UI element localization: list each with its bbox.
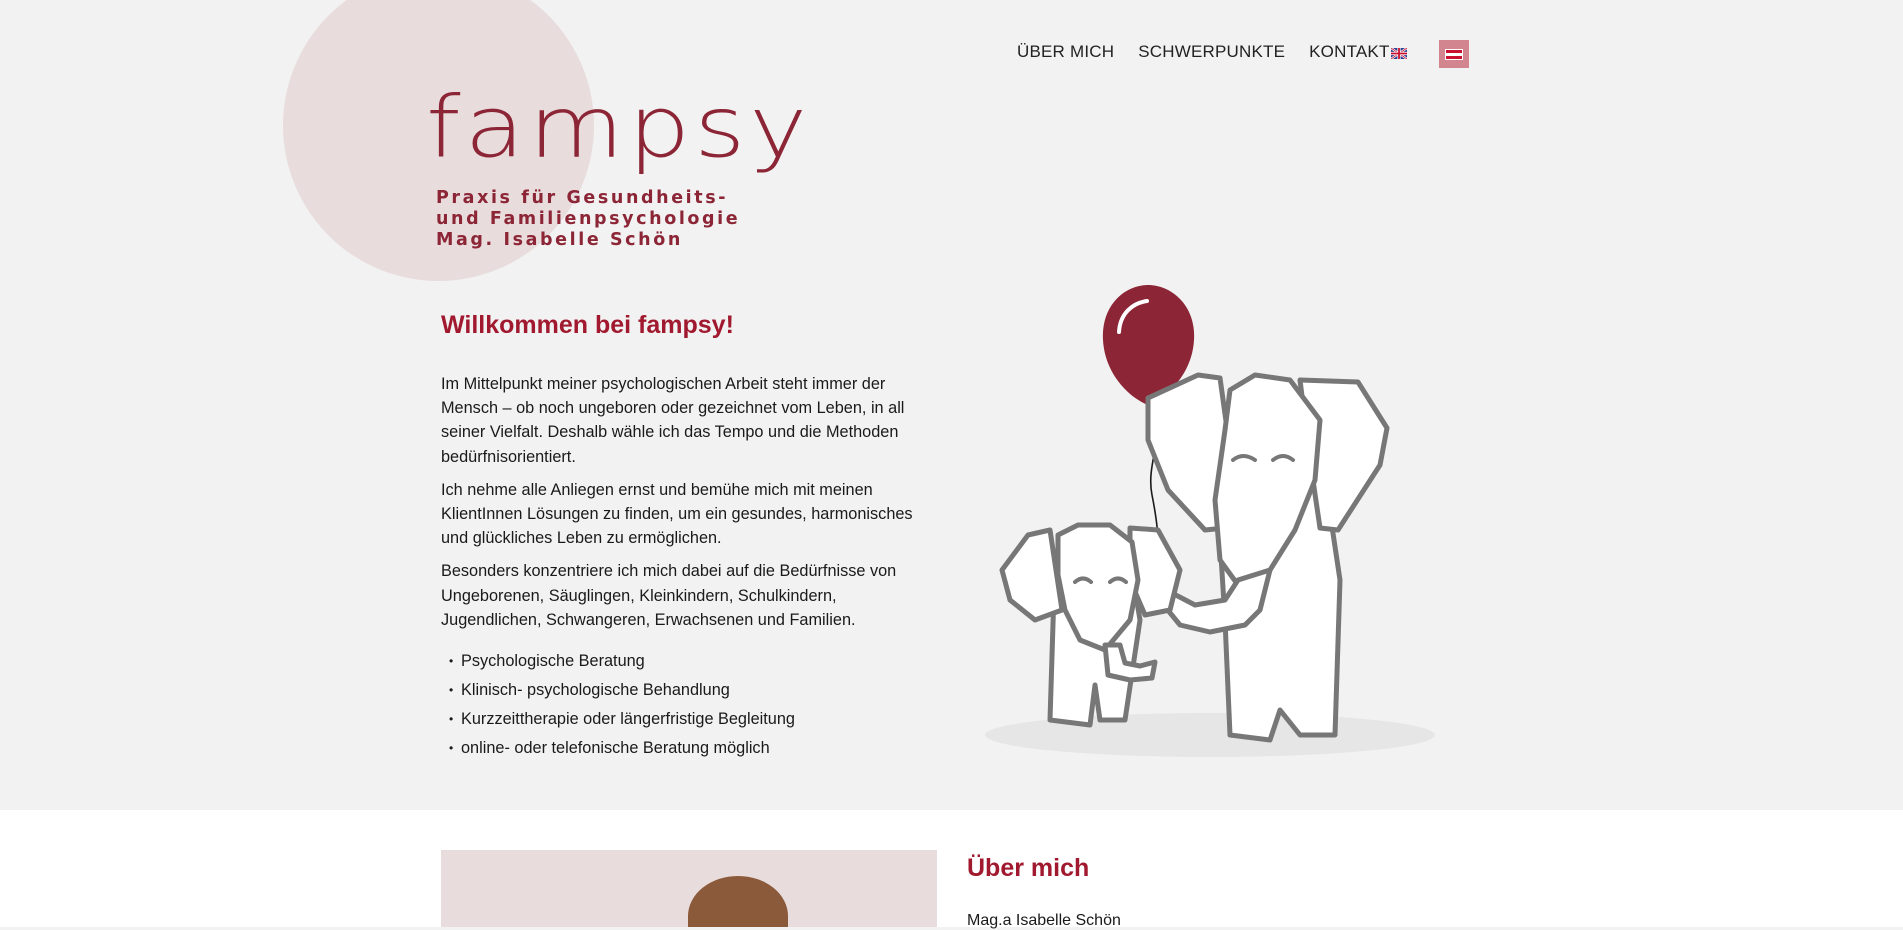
logo-subtitle-line: und Familienpsychologie <box>436 209 741 229</box>
nav-item-schwerpunkte[interactable]: SCHWERPUNKTE <box>1138 42 1285 62</box>
service-item: online- oder telefonische Beratung mögli… <box>449 734 941 763</box>
site-logo[interactable]: fampsy Praxis für Gesundheits- und Famil… <box>426 86 811 251</box>
logo-subtitle-line: Praxis für Gesundheits- <box>436 188 729 208</box>
welcome-paragraph: Besonders konzentriere ich mich dabei au… <box>441 562 897 629</box>
austrian-flag-icon <box>1445 48 1463 60</box>
welcome-section: Willkommen bei fampsy! Im Mittelpunkt me… <box>441 311 941 763</box>
service-item: Psychologische Beratung <box>449 647 941 676</box>
logo-subtitle-line: Mag. Isabelle Schön <box>436 230 683 250</box>
about-name: Mag.a Isabelle Schön <box>967 912 1121 929</box>
logo-wordmark: fampsy <box>426 79 812 178</box>
about-section: Über mich Mag.a Isabelle Schön <box>0 810 1903 929</box>
hero-section: fampsy Praxis für Gesundheits- und Famil… <box>0 0 1903 810</box>
english-flag-icon[interactable] <box>1391 48 1407 59</box>
services-list: Psychologische Beratung Klinisch- psycho… <box>449 647 941 763</box>
service-item: Klinisch- psychologische Behandlung <box>449 676 941 705</box>
welcome-title: Willkommen bei fampsy! <box>441 311 734 339</box>
nav-item-ueber-mich[interactable]: ÜBER MICH <box>1017 42 1114 62</box>
logo-subtitle: Praxis für Gesundheits- und Familienpsyc… <box>436 188 811 251</box>
welcome-paragraph: Ich nehme alle Anliegen ernst und bemühe… <box>441 480 913 548</box>
portrait-hair <box>688 876 788 927</box>
elephants-balloon-illustration <box>985 285 1435 757</box>
welcome-paragraph: Im Mittelpunkt meiner psychologischen Ar… <box>441 375 905 466</box>
service-item: Kurzzeittherapie oder längerfristige Beg… <box>449 705 941 734</box>
about-title: Über mich <box>967 854 1090 882</box>
portrait-photo <box>441 850 937 927</box>
main-navigation: ÜBER MICH SCHWERPUNKTE KONTAKT <box>1017 42 1414 62</box>
nav-item-kontakt[interactable]: KONTAKT <box>1309 42 1389 62</box>
language-german-button[interactable] <box>1439 40 1469 68</box>
